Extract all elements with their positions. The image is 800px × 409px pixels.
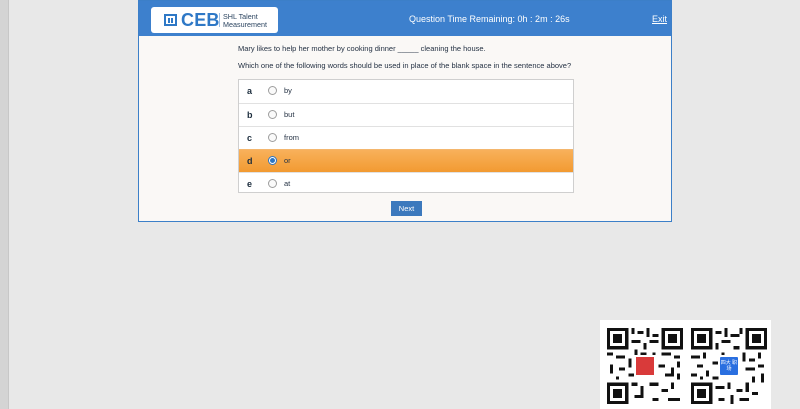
- option-letter: c: [247, 133, 253, 143]
- option-text: from: [284, 133, 299, 142]
- radio-button-b[interactable]: [268, 110, 277, 119]
- qr-center-logo: 四大 职场: [718, 355, 740, 377]
- radio-button-a[interactable]: [268, 86, 277, 95]
- logo-text: CEB: [181, 10, 220, 30]
- answer-option-e[interactable]: e at: [239, 172, 573, 195]
- qr-center-logo: [634, 355, 656, 377]
- option-text: at: [284, 179, 291, 188]
- option-text: but: [284, 110, 295, 119]
- logo-subtitle: SHL Talent Measurement: [223, 12, 267, 29]
- exit-link[interactable]: Exit: [652, 14, 667, 25]
- assessment-header: CEB SHL Talent Measurement Question Time…: [139, 1, 671, 36]
- ceb-shl-logo: CEB SHL Talent Measurement: [151, 7, 278, 33]
- question-text: Mary likes to help her mother by cooking…: [238, 44, 486, 53]
- radio-button-d-selected[interactable]: [268, 156, 277, 165]
- option-letter: d: [247, 156, 253, 166]
- qr-code-panel: 四大 职场: [600, 320, 771, 409]
- left-window-edge: [0, 0, 9, 409]
- answer-option-a[interactable]: a by: [239, 80, 573, 103]
- qr-center-text: 四大 职场: [720, 360, 738, 372]
- answer-option-d[interactable]: d or: [239, 149, 573, 172]
- option-text: or: [284, 156, 291, 165]
- qr-code-left: [607, 328, 683, 404]
- building-icon: [164, 14, 177, 26]
- logo-divider: [219, 13, 220, 27]
- option-letter: e: [247, 179, 253, 189]
- answer-option-c[interactable]: c from: [239, 126, 573, 149]
- next-button[interactable]: Next: [391, 201, 422, 216]
- option-text: by: [284, 86, 292, 95]
- option-letter: a: [247, 86, 253, 96]
- assessment-window: CEB SHL Talent Measurement Question Time…: [138, 0, 672, 222]
- question-instruction: Which one of the following words should …: [238, 61, 572, 70]
- qr-code-right: 四大 职场: [691, 328, 767, 404]
- radio-button-e[interactable]: [268, 179, 277, 188]
- answer-options: a by b but c from d or e at: [238, 79, 574, 193]
- answer-option-b[interactable]: b but: [239, 103, 573, 126]
- option-letter: b: [247, 110, 253, 120]
- screen: CEB SHL Talent Measurement Question Time…: [0, 0, 800, 409]
- question-timer: Question Time Remaining: 0h : 2m : 26s: [409, 14, 570, 24]
- radio-button-c[interactable]: [268, 133, 277, 142]
